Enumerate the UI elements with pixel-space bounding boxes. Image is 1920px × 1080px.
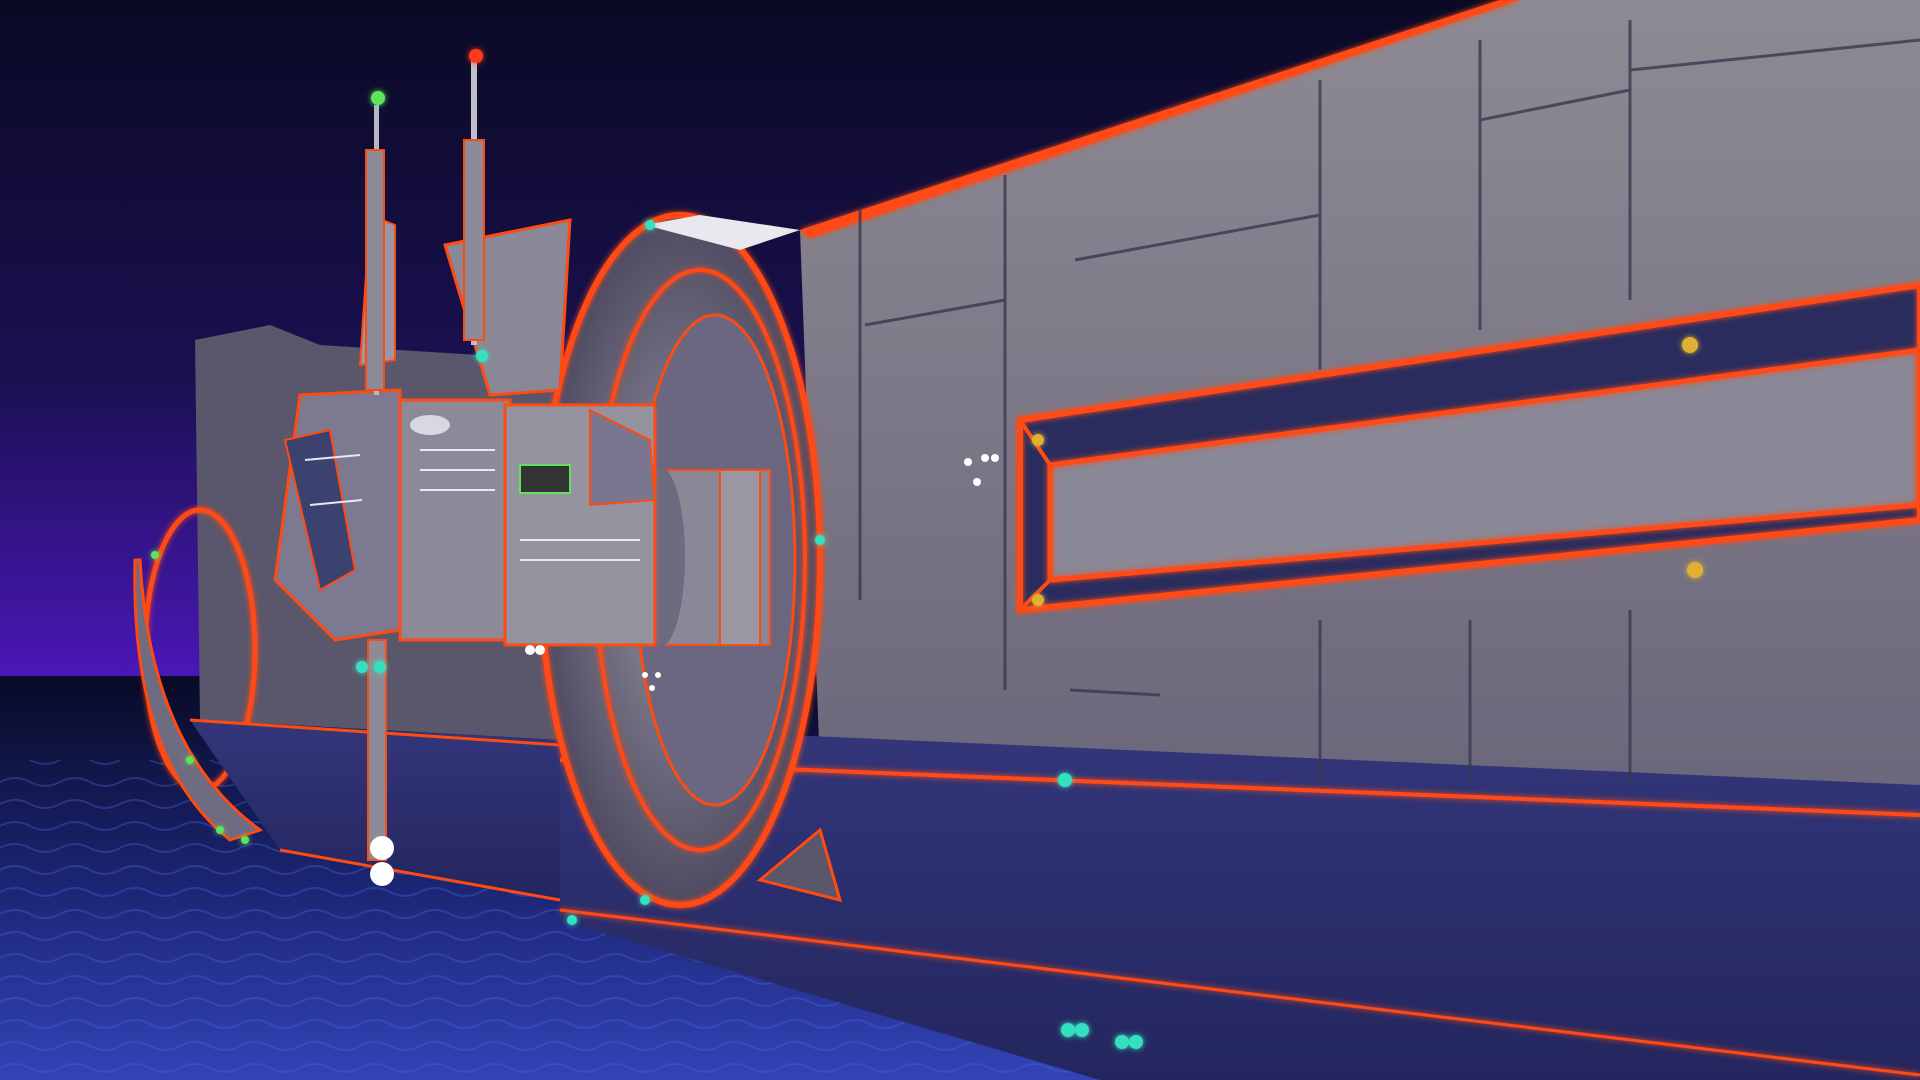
vertical-mast	[367, 639, 387, 861]
scene-canvas	[0, 0, 1920, 1080]
